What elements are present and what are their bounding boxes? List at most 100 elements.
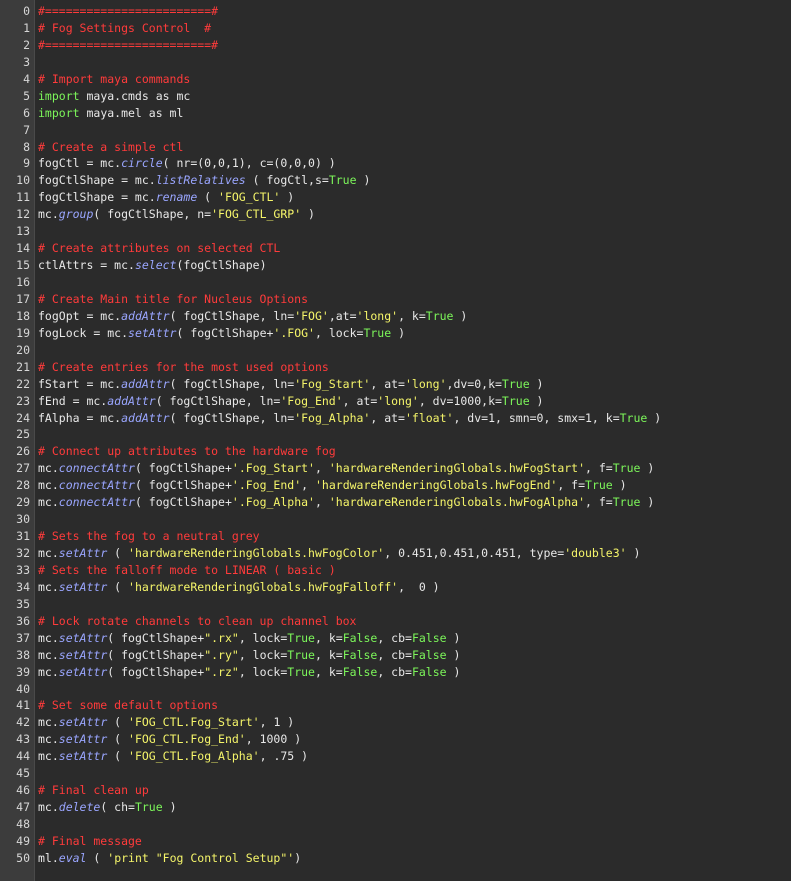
- code-text[interactable]: mc.group( fogCtlShape, n='FOG_CTL_GRP' ): [38, 206, 315, 223]
- code-text[interactable]: ml.eval ( 'print "Fog Control Setup"'): [38, 850, 301, 867]
- code-line[interactable]: 2 #========================#: [0, 37, 791, 54]
- code-line[interactable]: 48: [0, 816, 791, 833]
- code-line[interactable]: 40: [0, 681, 791, 698]
- code-text[interactable]: mc.setAttr( fogCtlShape+".rz", lock=True…: [38, 664, 460, 681]
- code-text[interactable]: fogCtlShape = mc.rename ( 'FOG_CTL' ): [38, 189, 294, 206]
- code-text[interactable]: mc.delete( ch=True ): [38, 799, 177, 816]
- code-lines[interactable]: 0 #========================# 1 # Fog Settin…: [0, 3, 791, 867]
- code-text[interactable]: fAlpha = mc.addAttr( fogCtlShape, ln='Fo…: [38, 410, 661, 427]
- code-line[interactable]: 3: [0, 54, 791, 71]
- code-text[interactable]: # Import maya commands: [38, 71, 190, 88]
- code-line[interactable]: 38 mc.setAttr( fogCtlShape+".ry", lock=Tr…: [0, 647, 791, 664]
- code-token: , 1000 ): [245, 732, 302, 747]
- code-text[interactable]: fStart = mc.addAttr( fogCtlShape, ln='Fo…: [38, 376, 543, 393]
- comment-token: # Create Main title for Nucleus Options: [38, 291, 309, 306]
- code-text[interactable]: mc.setAttr( fogCtlShape+".ry", lock=True…: [38, 647, 460, 664]
- code-line[interactable]: 11 fogCtlShape = mc.rename ( 'FOG_CTL' ): [0, 189, 791, 206]
- code-text[interactable]: # Connect up attributes to the hardware …: [38, 443, 336, 460]
- code-text[interactable]: mc.setAttr ( 'hardwareRenderingGlobals.h…: [38, 579, 440, 596]
- code-text[interactable]: #========================#: [38, 3, 218, 20]
- code-line[interactable]: 4 # Import maya commands: [0, 71, 791, 88]
- code-line[interactable]: 22 fStart = mc.addAttr( fogCtlShape, ln='…: [0, 376, 791, 393]
- code-line[interactable]: 49 # Final message: [0, 833, 791, 850]
- code-text[interactable]: # Set some default options: [38, 697, 218, 714]
- line-number: 40: [16, 681, 30, 696]
- code-line[interactable]: 17 # Create Main title for Nucleus Option…: [0, 291, 791, 308]
- code-editor[interactable]: 0 #========================# 1 # Fog Settin…: [0, 0, 791, 881]
- code-line[interactable]: 34 mc.setAttr ( 'hardwareRenderingGlobals…: [0, 579, 791, 596]
- code-line[interactable]: 14 # Create attributes on selected CTL: [0, 240, 791, 257]
- code-text[interactable]: import maya.mel as ml: [38, 105, 183, 122]
- code-line[interactable]: 29 mc.connectAttr( fogCtlShape+'.Fog_Alph…: [0, 494, 791, 511]
- code-text[interactable]: mc.connectAttr( fogCtlShape+'.Fog_Alpha'…: [38, 494, 654, 511]
- code-line[interactable]: 1 # Fog Settings Control #: [0, 20, 791, 37]
- code-line[interactable]: 20: [0, 342, 791, 359]
- code-text[interactable]: mc.setAttr ( 'FOG_CTL.Fog_Start', 1 ): [38, 714, 294, 731]
- code-line[interactable]: 9 fogCtl = mc.circle( nr=(0,0,1), c=(0,0,…: [0, 155, 791, 172]
- code-line[interactable]: 33 # Sets the falloff mode to LINEAR ( ba…: [0, 562, 791, 579]
- code-text[interactable]: fEnd = mc.addAttr( fogCtlShape, ln='Fog_…: [38, 393, 543, 410]
- function-token: addAttr: [121, 308, 170, 323]
- code-line[interactable]: 35: [0, 596, 791, 613]
- code-line[interactable]: 31 # Sets the fog to a neutral grey: [0, 528, 791, 545]
- code-text[interactable]: # Sets the falloff mode to LINEAR ( basi…: [38, 562, 336, 579]
- code-line[interactable]: 37 mc.setAttr( fogCtlShape+".rx", lock=Tr…: [0, 630, 791, 647]
- code-line[interactable]: 8 # Create a simple ctl: [0, 139, 791, 156]
- code-text[interactable]: mc.setAttr ( 'FOG_CTL.Fog_End', 1000 ): [38, 731, 301, 748]
- code-line[interactable]: 45: [0, 765, 791, 782]
- code-line[interactable]: 6 import maya.mel as ml: [0, 105, 791, 122]
- code-line[interactable]: 18 fogOpt = mc.addAttr( fogCtlShape, ln='…: [0, 308, 791, 325]
- code-line[interactable]: 39 mc.setAttr( fogCtlShape+".rz", lock=Tr…: [0, 664, 791, 681]
- code-text[interactable]: # Create attributes on selected CTL: [38, 240, 280, 257]
- code-line[interactable]: 0 #========================#: [0, 3, 791, 20]
- code-line[interactable]: 7: [0, 122, 791, 139]
- code-line[interactable]: 24 fAlpha = mc.addAttr( fogCtlShape, ln='…: [0, 410, 791, 427]
- code-line[interactable]: 30: [0, 511, 791, 528]
- code-text[interactable]: fogOpt = mc.addAttr( fogCtlShape, ln='FO…: [38, 308, 467, 325]
- code-line[interactable]: 12 mc.group( fogCtlShape, n='FOG_CTL_GRP'…: [0, 206, 791, 223]
- code-text[interactable]: # Create Main title for Nucleus Options: [38, 291, 308, 308]
- code-line[interactable]: 44 mc.setAttr ( 'FOG_CTL.Fog_Alpha', .75 …: [0, 748, 791, 765]
- code-text[interactable]: mc.setAttr ( 'FOG_CTL.Fog_Alpha', .75 ): [38, 748, 308, 765]
- code-text[interactable]: # Lock rotate channels to clean up chann…: [38, 613, 357, 630]
- code-text[interactable]: fogLock = mc.setAttr( fogCtlShape+'.FOG'…: [38, 325, 405, 342]
- code-line[interactable]: 42 mc.setAttr ( 'FOG_CTL.Fog_Start', 1 ): [0, 714, 791, 731]
- code-line[interactable]: 15 ctlAttrs = mc.select(fogCtlShape): [0, 257, 791, 274]
- code-line[interactable]: 32 mc.setAttr ( 'hardwareRenderingGlobals…: [0, 545, 791, 562]
- string-token: 'hardwareRenderingGlobals.hwFogStart': [328, 461, 586, 476]
- code-line[interactable]: 19 fogLock = mc.setAttr( fogCtlShape+'.FO…: [0, 325, 791, 342]
- code-text[interactable]: # Fog Settings Control #: [38, 20, 211, 37]
- code-line[interactable]: 47 mc.delete( ch=True ): [0, 799, 791, 816]
- code-line[interactable]: 28 mc.connectAttr( fogCtlShape+'.Fog_End'…: [0, 477, 791, 494]
- code-text[interactable]: mc.connectAttr( fogCtlShape+'.Fog_End' , …: [38, 477, 627, 494]
- code-line[interactable]: 46 # Final clean up: [0, 782, 791, 799]
- code-line[interactable]: 16: [0, 274, 791, 291]
- code-token: mc.: [38, 546, 59, 560]
- code-line[interactable]: 26 # Connect up attributes to the hardwar…: [0, 443, 791, 460]
- code-text[interactable]: #========================#: [38, 37, 218, 54]
- code-line[interactable]: 10 fogCtlShape = mc.listRelatives ( fogCt…: [0, 172, 791, 189]
- code-line[interactable]: 27 mc.connectAttr( fogCtlShape+'.Fog_Star…: [0, 460, 791, 477]
- code-text[interactable]: # Final message: [38, 833, 142, 850]
- code-line[interactable]: 13: [0, 223, 791, 240]
- code-text[interactable]: import maya.cmds as mc: [38, 88, 190, 105]
- code-token: ): [162, 800, 177, 815]
- code-line[interactable]: 25: [0, 426, 791, 443]
- code-text[interactable]: # Final clean up: [38, 782, 149, 799]
- code-line[interactable]: 43 mc.setAttr ( 'FOG_CTL.Fog_End', 1000 ): [0, 731, 791, 748]
- code-text[interactable]: ctlAttrs = mc.select(fogCtlShape): [38, 257, 267, 274]
- code-line[interactable]: 21 # Create entries for the most used opt…: [0, 359, 791, 376]
- code-text[interactable]: mc.connectAttr( fogCtlShape+'.Fog_Start'…: [38, 460, 654, 477]
- code-text[interactable]: mc.setAttr( fogCtlShape+".rx", lock=True…: [38, 630, 460, 647]
- code-text[interactable]: # Create entries for the most used optio…: [38, 359, 329, 376]
- code-line[interactable]: 41 # Set some default options: [0, 697, 791, 714]
- code-line[interactable]: 50 ml.eval ( 'print "Fog Control Setup"'): [0, 850, 791, 867]
- code-text[interactable]: mc.setAttr ( 'hardwareRenderingGlobals.h…: [38, 545, 640, 562]
- code-line[interactable]: 36 # Lock rotate channels to clean up cha…: [0, 613, 791, 630]
- code-line[interactable]: 5 import maya.cmds as mc: [0, 88, 791, 105]
- code-line[interactable]: 23 fEnd = mc.addAttr( fogCtlShape, ln='Fo…: [0, 393, 791, 410]
- code-text[interactable]: fogCtl = mc.circle( nr=(0,0,1), c=(0,0,0…: [38, 155, 336, 172]
- code-text[interactable]: # Sets the fog to a neutral grey: [38, 528, 260, 545]
- code-text[interactable]: # Create a simple ctl: [38, 139, 183, 156]
- code-text[interactable]: fogCtlShape = mc.listRelatives ( fogCtl,…: [38, 172, 370, 189]
